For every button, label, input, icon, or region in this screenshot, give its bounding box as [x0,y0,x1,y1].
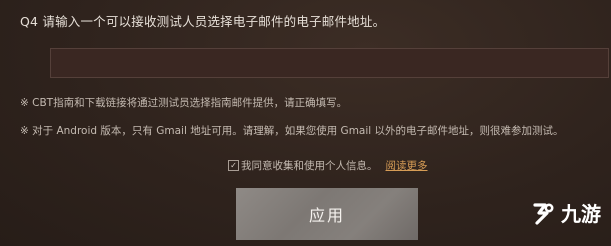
question-title: Q4 请输入一个可以接收测试人员选择电子邮件的电子邮件地址。 [20,14,386,29]
consent-row: ✓ 我同意收集和使用个人信息。 阅读更多 [228,158,428,173]
email-field[interactable] [50,48,609,78]
read-more-link[interactable]: 阅读更多 [386,158,428,173]
consent-label: 我同意收集和使用个人信息。 [241,160,378,172]
watermark-text: 九游 [561,202,601,226]
apply-button[interactable]: 应用 [236,188,418,240]
watermark: 九游 [529,198,601,227]
note-cbt-guide: ※ CBT指南和下载链接将通过测试员选择指南邮件提供，请正确填写。 [20,97,348,109]
note-android-gmail: ※ 对于 Android 版本，只有 Gmail 地址可用。请理解，如果您使用 … [20,125,564,137]
jiuyou-logo-icon [533,202,554,225]
consent-checkbox[interactable]: ✓ [228,160,239,171]
